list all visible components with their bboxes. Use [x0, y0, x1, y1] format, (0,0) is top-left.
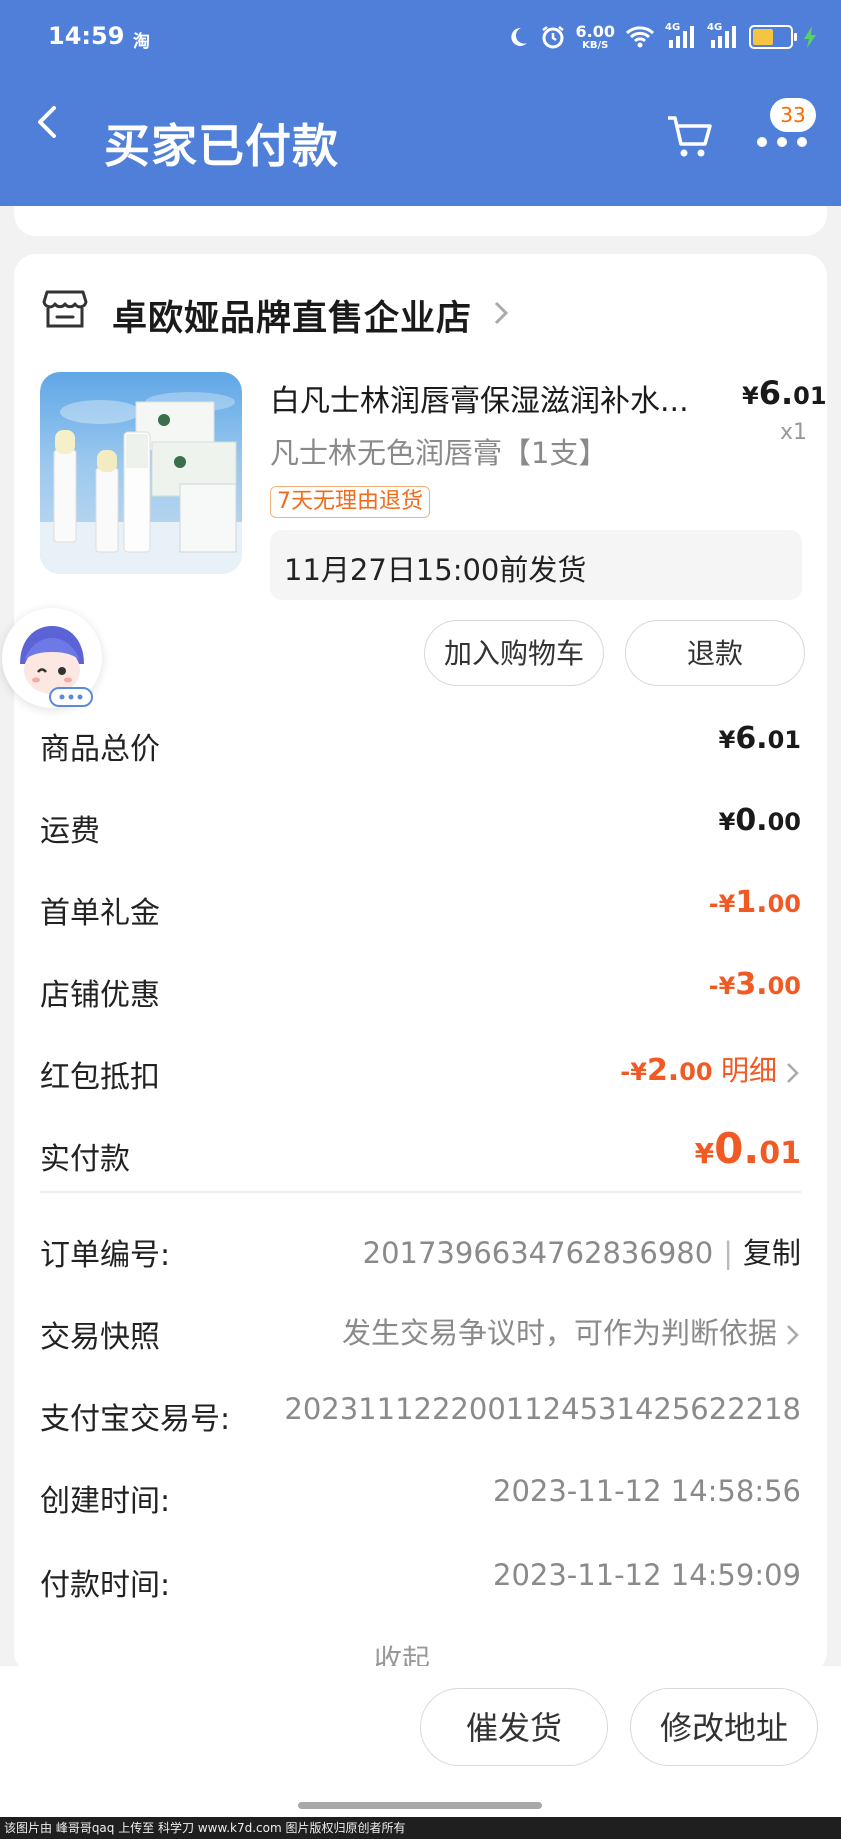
product-spec: 凡士林无色润唇膏【1支】 — [270, 436, 608, 470]
message-count-badge: 33 — [770, 98, 816, 132]
store-icon — [42, 290, 88, 328]
price-decimal: 00 — [679, 1058, 713, 1086]
price-row-value: -¥1.00 — [709, 885, 801, 920]
chevron-right-icon[interactable] — [490, 298, 512, 328]
wifi-icon — [625, 26, 655, 48]
taobao-notification-icon: 淘 — [133, 32, 150, 52]
detail-link[interactable]: 明细 — [721, 1054, 777, 1087]
separator: | — [723, 1236, 733, 1270]
back-arrow-icon[interactable] — [26, 100, 70, 144]
price-row-label: 商品总价 — [40, 732, 160, 767]
price-prefix: ¥ — [718, 808, 736, 836]
red-packet-detail-link[interactable]: -¥2.00 明细 — [620, 1049, 801, 1089]
price-row-value: ¥0.00 — [719, 803, 801, 838]
order-card: 卓欧娅品牌直售企业店 白凡士林润唇膏保湿滋润补水... ¥6.01 x1 凡士林… — [14, 254, 827, 1674]
return-policy-tag: 7天无理由退货 — [270, 486, 430, 518]
price-row-value: ¥6.01 — [719, 721, 801, 756]
price-decimal: 00 — [767, 808, 801, 836]
price-integer: 6. — [735, 721, 768, 756]
status-bar: 14:59 淘 6.00 KB/S 4G 4G — [0, 0, 841, 70]
alarm-icon — [541, 26, 564, 49]
battery-level — [753, 29, 773, 45]
price-decimal: 01 — [767, 726, 801, 754]
signal-icon: 4G — [665, 22, 697, 50]
product-quantity: x1 — [780, 420, 808, 445]
shipping-note: 11月27日15:00前发货 — [284, 553, 587, 587]
price-prefix: ¥ — [694, 1137, 715, 1170]
paid-time-label: 付款时间: — [40, 1568, 171, 1603]
net-speed: 6.00 KB/S — [575, 21, 615, 51]
status-time: 14:59 — [48, 22, 125, 50]
price-decimal: 01 — [793, 382, 827, 410]
paid-amount: ¥0.01 — [695, 1124, 801, 1173]
price-integer: 2. — [646, 1053, 680, 1088]
battery-icon — [749, 25, 797, 49]
snapshot-hint: 发生交易争议时，可作为判断依据 — [341, 1316, 777, 1350]
price-row-label: 店铺优惠 — [40, 978, 160, 1013]
alipay-number: 2023111222001124531425622218 — [284, 1392, 801, 1426]
charging-icon — [804, 26, 816, 48]
chevron-right-icon[interactable] — [783, 1060, 801, 1086]
assistant-mascot[interactable] — [2, 608, 102, 708]
watermark-strip: 该图片由 峰哥哥qaq 上传至 科学刀 www.k7d.com 图片版权归原创者… — [0, 1817, 841, 1839]
price-integer: 0. — [714, 1124, 760, 1173]
net-speed-unit: KB/S — [582, 39, 609, 51]
price-row-label: 红包抵扣 — [40, 1060, 160, 1095]
add-to-cart-button[interactable]: 加入购物车 — [424, 620, 604, 686]
refund-button[interactable]: 退款 — [625, 620, 805, 686]
moon-icon — [510, 27, 527, 46]
price-row-value: -¥3.00 — [709, 967, 801, 1002]
price-decimal: 01 — [759, 1136, 801, 1171]
page-title: 买家已付款 — [104, 119, 339, 173]
cart-icon[interactable] — [664, 110, 716, 162]
signal-icon: 4G — [707, 22, 739, 50]
snapshot-label: 交易快照 — [40, 1320, 160, 1355]
price-integer: 6. — [758, 374, 794, 412]
chevron-right-icon[interactable] — [783, 1322, 801, 1348]
order-number: 2017396634762836980 — [362, 1236, 714, 1270]
created-time: 2023-11-12 14:58:56 — [493, 1474, 801, 1508]
alipay-number-label: 支付宝交易号: — [40, 1402, 231, 1437]
net-speed-value: 6.00 — [575, 21, 615, 41]
signal-type-label: 4G — [707, 22, 723, 33]
price-row-label: 运费 — [40, 814, 100, 849]
copy-button[interactable]: 复制 — [743, 1236, 801, 1270]
shop-name[interactable]: 卓欧娅品牌直售企业店 — [112, 290, 472, 341]
snapshot-link[interactable]: 发生交易争议时，可作为判断依据 — [342, 1310, 801, 1352]
previous-card-edge — [14, 206, 827, 236]
change-address-button[interactable]: 修改地址 — [630, 1688, 818, 1766]
paid-time: 2023-11-12 14:59:09 — [493, 1558, 801, 1592]
price-prefix: -¥ — [708, 972, 736, 1000]
home-indicator[interactable] — [298, 1802, 542, 1809]
price-prefix: -¥ — [620, 1058, 647, 1086]
price-integer: 3. — [735, 967, 768, 1002]
status-icons: 6.00 KB/S 4G 4G — [506, 20, 817, 54]
product-image[interactable] — [40, 372, 242, 574]
paid-label: 实付款 — [40, 1142, 130, 1177]
mascot-avatar-icon — [20, 626, 93, 707]
currency-symbol: ¥ — [742, 382, 759, 410]
product-title[interactable]: 白凡士林润唇膏保湿滋润补水... — [270, 376, 710, 420]
price-prefix: ¥ — [718, 726, 736, 754]
price-row-label: 首单礼金 — [40, 896, 160, 931]
signal-type-label: 4G — [665, 22, 681, 33]
price-integer: 1. — [735, 885, 768, 920]
price-integer: 0. — [735, 803, 768, 838]
divider — [40, 1191, 801, 1193]
price-prefix: -¥ — [708, 890, 736, 918]
price-decimal: 00 — [767, 890, 801, 918]
shipping-note-box: 11月27日15:00前发货 — [270, 530, 802, 600]
urge-shipping-button[interactable]: 催发货 — [420, 1688, 608, 1766]
price-decimal: 00 — [767, 972, 801, 1000]
created-time-label: 创建时间: — [40, 1484, 171, 1519]
order-number-row: 2017396634762836980 | 复制 — [363, 1230, 801, 1272]
order-number-label: 订单编号: — [40, 1238, 171, 1273]
product-price: ¥6.01 — [742, 374, 827, 412]
